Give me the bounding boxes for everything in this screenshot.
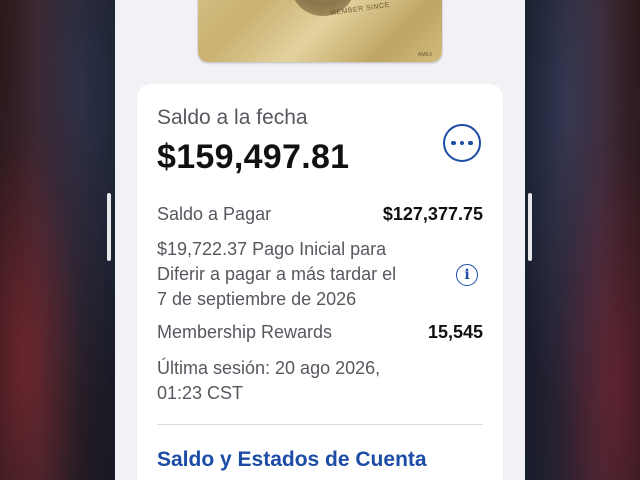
info-icon[interactable]: i xyxy=(456,264,478,286)
account-summary-panel: Saldo a la fecha $159,497.81 Saldo a Pag… xyxy=(137,84,503,480)
payment-due-row: Saldo a Pagar $127,377.75 xyxy=(157,204,483,225)
balance-label: Saldo a la fecha xyxy=(157,106,308,129)
deferral-line-3: 7 de septiembre de 2026 xyxy=(157,289,357,309)
balance-value: $159,497.81 xyxy=(157,138,350,176)
credit-card-image[interactable]: MEMBER SINCE AMEX xyxy=(198,0,442,62)
more-options-button[interactable] xyxy=(443,124,481,162)
deferral-info-text: $19,722.37 Pago Inicial para Diferir a p… xyxy=(157,237,457,312)
rewards-label: Membership Rewards xyxy=(157,322,333,342)
background-blur-right xyxy=(525,0,640,480)
last-session-line-2: 01:23 CST xyxy=(157,383,244,403)
rewards-value: 15,545 xyxy=(427,322,483,342)
last-session-line-1: Última sesión: 20 ago 2026, xyxy=(157,358,381,378)
app-screen: MEMBER SINCE AMEX Saldo a la fecha $159,… xyxy=(115,0,525,480)
payment-due-label: Saldo a Pagar xyxy=(157,204,272,224)
deferral-line-1: $19,722.37 Pago Inicial para xyxy=(157,239,387,259)
last-session-text: Última sesión: 20 ago 2026, 01:23 CST xyxy=(157,356,457,406)
rewards-row: Membership Rewards 15,545 xyxy=(157,322,483,343)
deferral-line-2: Diferir a pagar a más tardar el xyxy=(157,264,397,284)
card-small-logo: AMEX xyxy=(418,52,433,58)
more-ellipsis-icon xyxy=(451,140,456,146)
statements-link[interactable]: Saldo y Estados de Cuenta xyxy=(157,448,427,472)
background-blur-left xyxy=(0,0,115,480)
more-ellipsis-dot xyxy=(459,140,465,146)
right-resize-handle[interactable] xyxy=(528,193,532,261)
more-ellipsis-dot xyxy=(468,140,473,146)
divider xyxy=(157,424,483,425)
payment-due-value: $127,377.75 xyxy=(382,204,483,224)
left-resize-handle[interactable] xyxy=(107,193,111,261)
